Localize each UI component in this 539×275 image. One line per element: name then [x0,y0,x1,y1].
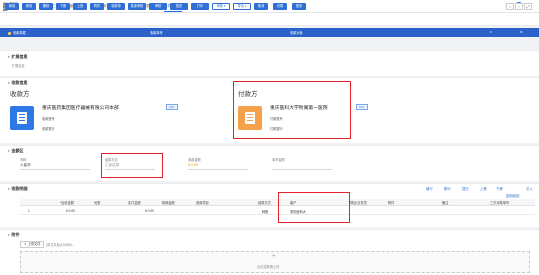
detail-title[interactable]: ▾ 收款明细 [8,186,28,192]
import-button[interactable]: 引入 [526,186,533,191]
local-amount-label: 本币金额 [272,158,285,162]
upload-icon: ⇪ [24,242,27,246]
strip-menu-icon[interactable]: ≡ [490,30,492,34]
customer-highlight-box [278,192,350,223]
move-down-button[interactable]: 下移 [496,186,503,191]
attachment-button[interactable]: 附件 [90,3,104,10]
row-paid[interactable]: ¥ 0.00 [145,209,154,213]
amount-value[interactable]: ¥ 0.00 [188,163,198,167]
print-button[interactable]: 打印 [191,3,209,10]
payer-label: 付款方 [238,91,258,98]
payee-name: 重庆医药集团医疗器械有限公司本部 [42,106,119,111]
audit-button[interactable]: 审核 [149,3,167,10]
copy-paste-button[interactable]: 复制粘贴 [506,193,520,198]
col-attach: 附件 [388,201,395,205]
amount-title[interactable]: ▾ 金额区 [8,148,24,154]
local-amount-underline [272,169,332,170]
strip-doc-number: 收款单号 [150,31,163,35]
receipt-button[interactable]: 收款单 [107,3,125,10]
strip-doc-label: 收款单据 [8,30,26,35]
payee-bank-label: 收款银行 [42,127,55,131]
dropzone-label: 点击或拖拽上传 [257,265,280,269]
edit-button[interactable]: 修改 [22,3,36,10]
payer-account-label: 付款账号 [270,117,283,121]
payee-label: 收款方 [10,91,30,98]
payee-account-label: 收款账号 [42,117,55,121]
push-down-button[interactable]: 下推 [56,3,70,10]
method-label: 结算方式 [105,158,118,162]
extend-sub: 扩展信息 [12,64,25,68]
move-up-button[interactable]: 上移 [480,186,487,191]
currency-label: 币种 [20,158,27,162]
extend-title[interactable]: ▾ 扩展信息 [8,54,28,60]
audit-menu-button[interactable]: 审核 ▾ [212,3,230,10]
method-value[interactable]: 汇款结算 [105,163,119,168]
summary-strip [0,28,539,37]
add-row-button[interactable]: 增行 [426,186,433,191]
payer-doc-icon [238,106,262,130]
row-index: 1 [28,209,30,213]
col-remark: 备注 [442,201,449,205]
amount-section [0,145,539,181]
currency-value[interactable]: 人民币 [20,163,31,168]
row-receivable[interactable]: ¥ 0.00 [66,209,75,213]
col-writeoff: 核销金额 [162,201,175,205]
method-underline [105,169,155,170]
more-button[interactable]: 更多 [292,3,306,10]
insert-row-button[interactable]: 插行 [462,186,469,191]
push-button[interactable]: 推送 [170,3,188,10]
col-receivable: *应收金额 [60,201,74,205]
toolbar [0,13,539,26]
col-paid: 实付金额 [128,201,141,205]
payer-name: 重庆医科大学附属第一医院 [270,106,328,111]
extend-section [0,50,539,76]
export-menu-button[interactable]: 导出 ▾ [233,3,251,10]
col-expense: 费用项目 [196,201,209,205]
query-up-button[interactable]: 上查 [73,3,87,10]
batch-audit-button[interactable]: 批量审核 [128,3,146,10]
col-statement-no: 三方对账单号 [490,201,510,205]
expand-icon[interactable]: ⤢ [524,3,532,10]
payee-currency-tag: CNY [166,104,178,110]
upload-button[interactable]: ⇪ 上传文件 [20,241,45,248]
payer-bank-label: 付款银行 [270,127,283,131]
col-discount: 优惠 [94,201,101,205]
row-settle[interactable]: 转账 [262,209,268,214]
payer-currency-tag: CNY [356,104,368,110]
delete-row-button[interactable]: 删行 [444,186,451,191]
col-project: 项目/业务员 [350,201,367,205]
link-button[interactable]: 关联 [273,3,287,10]
amount-underline [188,169,248,170]
amount-label: 收款金额 [188,158,201,162]
cancel-button[interactable]: 取消 [254,3,268,10]
currency-underline [20,169,90,170]
collect-title[interactable]: ▾ 收款信息 [8,80,28,86]
plus-icon: + [272,254,276,260]
attach-title[interactable]: ▾ 附件 [8,232,20,238]
next-icon[interactable]: › [515,3,523,10]
payee-doc-icon [10,106,34,130]
upload-hint: (单文件最大50MB) [46,243,73,247]
col-settle: 结算方式 [258,201,271,205]
prev-icon[interactable]: ‹ [506,3,514,10]
new-button[interactable]: 新增 [5,3,19,10]
delete-button[interactable]: 删除 [39,3,53,10]
strip-collect-obj: 收款对象 [290,31,303,35]
strip-settings-icon[interactable]: ⚙ [520,30,523,34]
